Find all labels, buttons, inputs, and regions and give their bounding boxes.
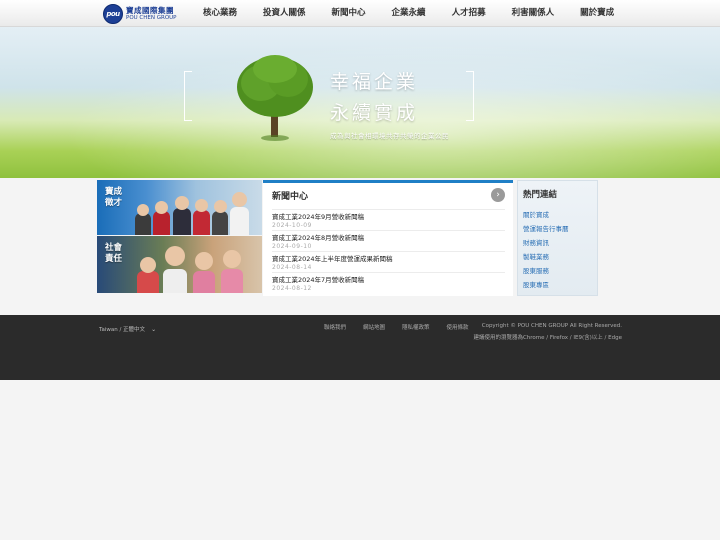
hot-link-shareholder-services[interactable]: 股東服務 <box>523 264 569 278</box>
bracket-right <box>466 71 474 121</box>
main-nav: 核心業務 投資人關係 新聞中心 企業永續 人才招募 利害關係人 關於寶成 <box>190 0 627 27</box>
footer-link-privacy[interactable]: 隱私權政策 <box>402 323 430 331</box>
news-headline: 寶成工業2024年9月營收新聞稿 <box>272 213 365 221</box>
hot-links-panel: 熱門連結 關於寶成 營運報告行事曆 財務資訊 製鞋業務 股東服務 股東專區 <box>517 180 598 296</box>
child-figure <box>221 269 243 293</box>
news-panel-title: 新聞中心 <box>272 192 309 202</box>
child-figure <box>137 271 159 293</box>
hero-banner: 幸福企業 永續實成 成為與社會相環境共存共榮的企業公民 <box>0 27 720 178</box>
news-item[interactable]: 寶成工業2024年9月營收新聞稿 2024-10-09 <box>272 209 505 230</box>
careers-photo-link[interactable]: 寶成徵才 <box>97 180 262 235</box>
hot-link-footwear[interactable]: 製鞋業務 <box>523 250 569 264</box>
nav-careers[interactable]: 人才招募 <box>439 0 499 27</box>
news-date: 2024-08-12 <box>272 285 312 292</box>
news-item[interactable]: 寶成工業2024年7月營收新聞稿 2024-08-12 <box>272 272 505 293</box>
tree-illustration <box>237 55 313 141</box>
person-head <box>175 196 189 210</box>
content-area: 寶成徵才 社會責任 新聞中心 › 寶成工業2024年9月營收新聞稿 2024-1… <box>97 180 598 296</box>
nav-core-business[interactable]: 核心業務 <box>190 0 250 27</box>
nav-sustainability[interactable]: 企業永續 <box>379 0 439 27</box>
hot-link-calendar[interactable]: 營運報告行事曆 <box>523 222 569 236</box>
person-head <box>137 204 149 216</box>
csr-photo-link[interactable]: 社會責任 <box>97 236 262 293</box>
person-figure <box>230 207 249 235</box>
news-date: 2024-10-09 <box>272 222 312 229</box>
news-headline: 寶成工業2024年上半年度營運成果新聞稿 <box>272 255 393 263</box>
chevron-right-icon[interactable]: › <box>491 188 505 202</box>
hot-links-title: 熱門連結 <box>523 190 558 200</box>
hot-links-list: 關於寶成 營運報告行事曆 財務資訊 製鞋業務 股東服務 股東專區 <box>523 208 569 292</box>
nav-stakeholders[interactable]: 利害關係人 <box>499 0 568 27</box>
top-header: pou 寶成國際集團 POU CHEN GROUP 核心業務 投資人關係 新聞中… <box>0 0 720 27</box>
logo-text: 寶成國際集團 POU CHEN GROUP <box>126 5 177 22</box>
hot-link-financials[interactable]: 財務資訊 <box>523 236 569 250</box>
site-footer: Taiwan / 正體中文 ⌄ 聯絡我們 網站地圖 隱私權政策 使用條款 Cop… <box>0 315 720 380</box>
csr-label: 社會責任 <box>105 243 123 264</box>
copyright-text: Copyright © POU CHEN GROUP All Right Res… <box>481 323 622 329</box>
careers-label: 寶成徵才 <box>105 187 123 208</box>
logo-mark-icon: pou <box>103 4 123 24</box>
news-item[interactable]: 寶成工業2024年8月營收新聞稿 2024-09-10 <box>272 230 505 251</box>
person-head <box>232 192 247 207</box>
news-headline: 寶成工業2024年8月營收新聞稿 <box>272 234 365 242</box>
news-panel: 新聞中心 › 寶成工業2024年9月營收新聞稿 2024-10-09 寶成工業2… <box>263 180 513 296</box>
person-figure <box>193 210 210 235</box>
child-figure <box>193 271 215 293</box>
slogan-line-1: 幸福企業 <box>330 71 419 93</box>
person-figure <box>212 211 228 235</box>
browser-recommendation: 建議使用的瀏覽器為Chrome / Firefox / IE9(含)以上 / E… <box>473 335 622 341</box>
news-date: 2024-09-10 <box>272 243 312 250</box>
child-head <box>223 250 241 268</box>
news-headline: 寶成工業2024年7月營收新聞稿 <box>272 276 365 284</box>
chevron-down-icon: ⌄ <box>151 325 157 333</box>
person-head <box>195 199 208 212</box>
logo-chinese-name: 寶成國際集團 <box>126 5 174 15</box>
news-date: 2024-08-14 <box>272 264 312 271</box>
footer-links: 聯絡我們 網站地圖 隱私權政策 使用條款 <box>324 323 486 331</box>
nav-news-center[interactable]: 新聞中心 <box>319 0 379 27</box>
person-figure <box>153 211 170 235</box>
hot-link-shareholder-area[interactable]: 股東專區 <box>523 278 569 292</box>
news-item[interactable]: 寶成工業2024年上半年度營運成果新聞稿 2024-08-14 <box>272 251 505 272</box>
footer-link-sitemap[interactable]: 網站地圖 <box>363 323 385 331</box>
language-label: Taiwan / 正體中文 <box>99 327 146 333</box>
person-figure <box>135 213 151 235</box>
slogan-subtitle: 成為與社會相環境共存共榮的企業公民 <box>330 132 449 140</box>
child-head <box>140 257 156 273</box>
person-figure <box>173 208 191 235</box>
pou-chen-logo[interactable]: pou 寶成國際集團 POU CHEN GROUP <box>103 3 177 25</box>
nav-about[interactable]: 關於寶成 <box>567 0 627 27</box>
news-list: 寶成工業2024年9月營收新聞稿 2024-10-09 寶成工業2024年8月營… <box>272 209 505 293</box>
slogan-line-2: 永續實成 <box>330 102 419 124</box>
bracket-left <box>184 71 192 121</box>
hot-link-about[interactable]: 關於寶成 <box>523 208 569 222</box>
child-head <box>195 252 213 270</box>
nav-investor-relations[interactable]: 投資人關係 <box>250 0 319 27</box>
person-head <box>155 201 168 214</box>
footer-link-terms[interactable]: 使用條款 <box>447 323 469 331</box>
child-figure <box>163 269 187 293</box>
footer-link-contact[interactable]: 聯絡我們 <box>324 323 346 331</box>
person-head <box>214 200 227 213</box>
child-head <box>165 246 185 266</box>
language-selector[interactable]: Taiwan / 正體中文 ⌄ <box>99 325 157 334</box>
logo-english-name: POU CHEN GROUP <box>126 15 177 21</box>
